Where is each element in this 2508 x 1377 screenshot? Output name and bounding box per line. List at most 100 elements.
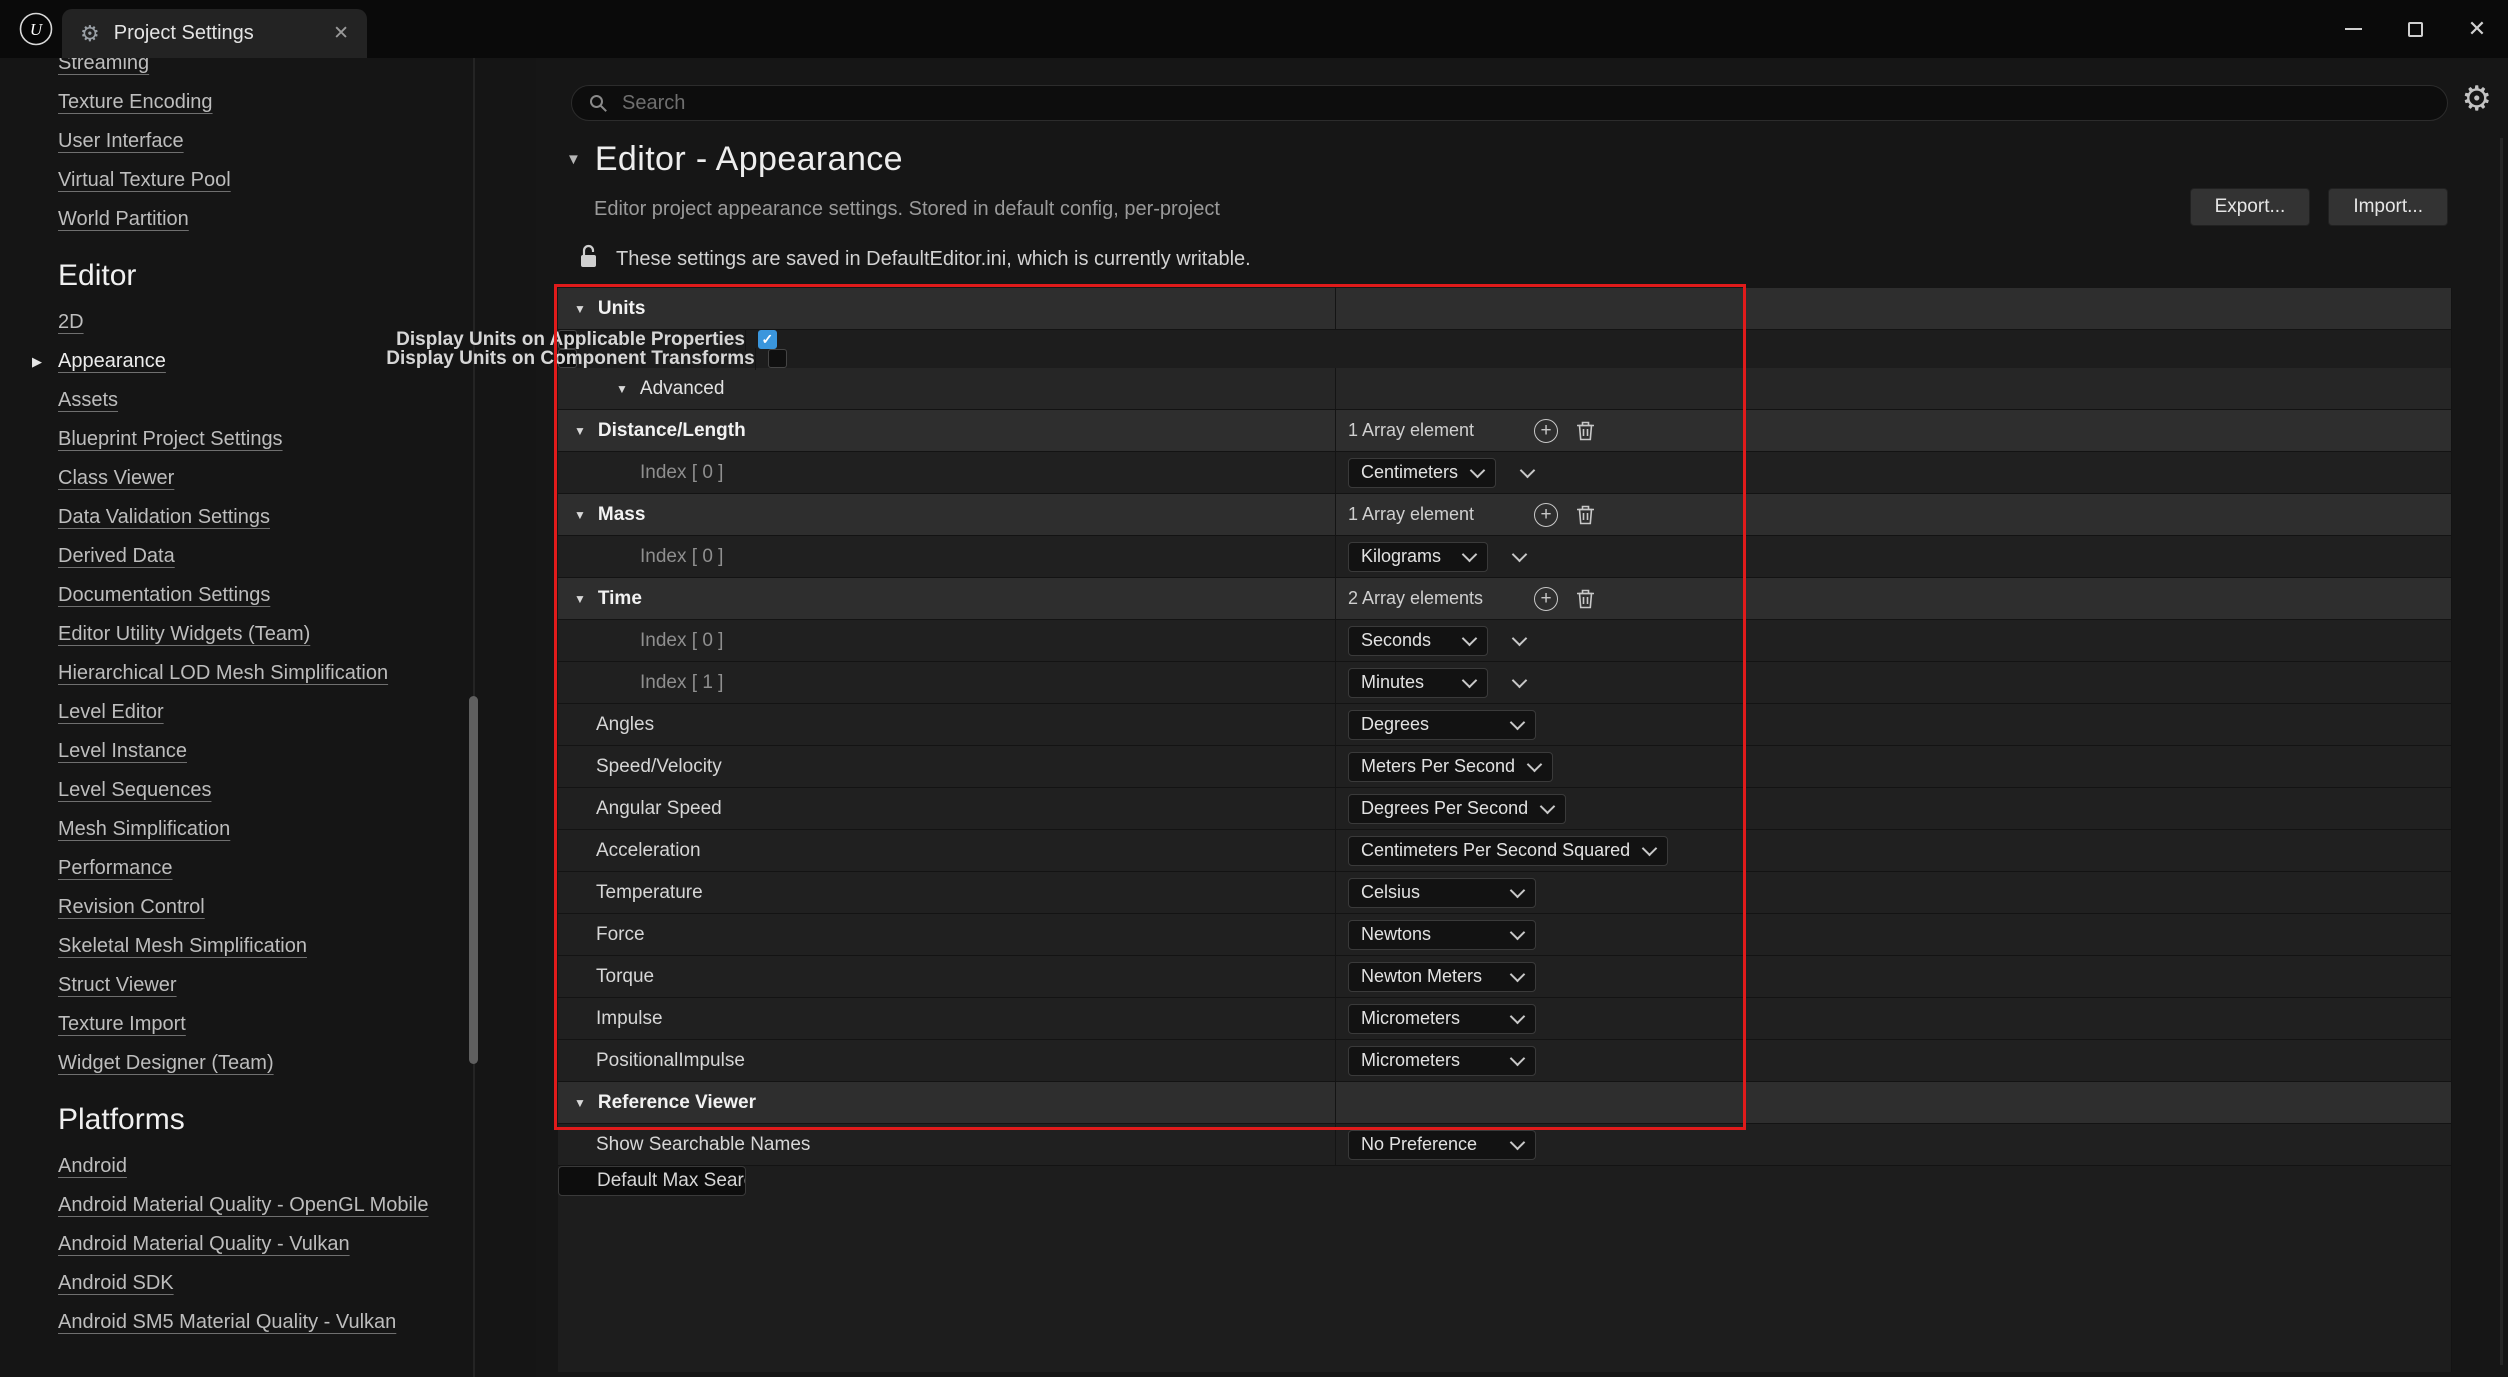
dropdown-value: Degrees <box>1361 714 1429 735</box>
sidebar-item-performance[interactable]: Performance <box>58 849 536 888</box>
tab-close-icon[interactable]: ✕ <box>333 22 349 45</box>
sidebar-item-android-material-quality-vulkan[interactable]: Android Material Quality - Vulkan <box>58 1225 536 1264</box>
sidebar-item-struct-viewer[interactable]: Struct Viewer <box>58 966 536 1005</box>
sidebar-item-android-sdk[interactable]: Android SDK <box>58 1264 536 1303</box>
checkbox-display-units-on-component-transforms[interactable] <box>768 349 787 368</box>
sidebar-scrollbar-thumb[interactable] <box>469 696 478 1064</box>
minimize-button[interactable] <box>2322 0 2384 58</box>
chevron-down-icon <box>1510 924 1526 940</box>
sidebar-item-android-material-quality-opengl-mobile[interactable]: Android Material Quality - OpenGL Mobile <box>58 1186 536 1225</box>
dropdown-centimeters-per-second-squared[interactable]: Centimeters Per Second Squared <box>1348 836 1668 866</box>
sidebar-item-texture-import[interactable]: Texture Import <box>58 1005 536 1044</box>
add-element-icon[interactable]: + <box>1534 587 1558 611</box>
dropdown-seconds[interactable]: Seconds <box>1348 626 1488 656</box>
array-count: 2 Array elements <box>1348 588 1534 609</box>
close-button[interactable]: ✕ <box>2446 0 2508 58</box>
add-element-icon[interactable]: + <box>1534 419 1558 443</box>
dropdown-degrees[interactable]: Degrees <box>1348 710 1536 740</box>
expanded-arrow-icon: ▶ <box>32 354 42 370</box>
sidebar-item-skeletal-mesh-simplification[interactable]: Skeletal Mesh Simplification <box>58 927 536 966</box>
collapse-triangle-icon[interactable]: ▼ <box>566 151 581 168</box>
dropdown-minutes[interactable]: Minutes <box>1348 668 1488 698</box>
checkbox-display-units-on-applicable-properties[interactable]: ✓ <box>758 330 777 349</box>
main-scrollbar[interactable] <box>2500 138 2503 1365</box>
dropdown-centimeters[interactable]: Centimeters <box>1348 458 1496 488</box>
sidebar-item-widget-designer-team[interactable]: Widget Designer (Team) <box>58 1044 536 1083</box>
row-distance-length[interactable]: ▼Distance/Length 1 Array element+ <box>558 410 2451 452</box>
dropdown-no-preference[interactable]: No Preference <box>1348 1130 1536 1160</box>
row-value-cell: Newtons <box>1336 914 2451 955</box>
chevron-down-icon[interactable] <box>1512 630 1528 646</box>
delete-elements-icon[interactable] <box>1576 504 1595 525</box>
sidebar-item-mesh-simplification[interactable]: Mesh Simplification <box>58 810 536 849</box>
triangle-down-icon: ▼ <box>616 382 628 396</box>
sidebar-item-assets[interactable]: Assets <box>58 381 536 420</box>
row-name-cell: ▼Mass <box>558 494 1336 535</box>
project-settings-tab[interactable]: ⚙ Project Settings ✕ <box>62 9 367 58</box>
sidebar-item-user-interface[interactable]: User Interface <box>58 122 536 161</box>
unreal-engine-logo-icon[interactable]: U <box>18 11 54 47</box>
row-value-cell <box>1336 368 2451 409</box>
sidebar-item-derived-data[interactable]: Derived Data <box>58 537 536 576</box>
row-value-cell: 2 Array elements+ <box>1336 578 2451 619</box>
chevron-down-icon <box>1510 1050 1526 1066</box>
import-button[interactable]: Import... <box>2328 188 2448 226</box>
row-units[interactable]: ▼Units <box>558 288 2451 330</box>
sidebar-item-class-viewer[interactable]: Class Viewer <box>58 459 536 498</box>
sidebar-item-android[interactable]: Android <box>58 1147 536 1186</box>
row-value-cell: Minutes <box>1336 662 2451 703</box>
sidebar-item-android-sm5-material-quality-vulkan[interactable]: Android SM5 Material Quality - Vulkan <box>58 1303 536 1342</box>
row-index-0: Index [ 0 ]Seconds <box>558 620 2451 662</box>
dropdown-newtons[interactable]: Newtons <box>1348 920 1536 950</box>
sidebar-item-level-instance[interactable]: Level Instance <box>58 732 536 771</box>
sidebar-item-revision-control[interactable]: Revision Control <box>58 888 536 927</box>
sidebar-item-texture-encoding[interactable]: Texture Encoding <box>58 83 536 122</box>
chevron-down-icon[interactable] <box>1512 672 1528 688</box>
property-label: Force <box>596 924 645 946</box>
maximize-button[interactable] <box>2384 0 2446 58</box>
search-input[interactable] <box>620 91 2431 116</box>
sidebar-item-blueprint-project-settings[interactable]: Blueprint Project Settings <box>58 420 536 459</box>
add-element-icon[interactable]: + <box>1534 503 1558 527</box>
sidebar-item-level-sequences[interactable]: Level Sequences <box>58 771 536 810</box>
row-positionalimpulse: PositionalImpulseMicrometers <box>558 1040 2451 1082</box>
row-torque: TorqueNewton Meters <box>558 956 2451 998</box>
row-advanced[interactable]: ▼Advanced <box>558 368 2451 410</box>
sidebar-item-data-validation-settings[interactable]: Data Validation Settings <box>58 498 536 537</box>
dropdown-value: Newtons <box>1361 924 1431 945</box>
row-reference-viewer[interactable]: ▼Reference Viewer <box>558 1082 2451 1124</box>
row-value-cell: ✓ <box>746 330 777 349</box>
sidebar-item-label: Android SM5 Material Quality - Vulkan <box>58 1311 396 1334</box>
dropdown-kilograms[interactable]: Kilograms <box>1348 542 1488 572</box>
row-mass[interactable]: ▼Mass1 Array element+ <box>558 494 2451 536</box>
dropdown-degrees-per-second[interactable]: Degrees Per Second <box>1348 794 1566 824</box>
export-button[interactable]: Export... <box>2190 188 2311 226</box>
sidebar-item-streaming[interactable]: Streaming <box>58 58 536 83</box>
array-count: 1 Array element <box>1348 420 1534 441</box>
row-time[interactable]: ▼Time2 Array elements+ <box>558 578 2451 620</box>
delete-elements-icon[interactable] <box>1576 588 1595 609</box>
row-name-cell: Temperature <box>558 872 1336 913</box>
row-acceleration: AccelerationCentimeters Per Second Squar… <box>558 830 2451 872</box>
sidebar-item-hierarchical-lod-mesh-simplification[interactable]: Hierarchical LOD Mesh Simplification <box>58 654 536 693</box>
dropdown-micrometers[interactable]: Micrometers <box>1348 1004 1536 1034</box>
row-name-cell: ▼Distance/Length <box>558 410 1336 451</box>
dropdown-meters-per-second[interactable]: Meters Per Second <box>1348 752 1553 782</box>
sidebar-item-editor-utility-widgets-team[interactable]: Editor Utility Widgets (Team) <box>58 615 536 654</box>
sidebar-item-level-editor[interactable]: Level Editor <box>58 693 536 732</box>
chevron-down-icon[interactable] <box>1512 546 1528 562</box>
row-value-cell: 1 Array element+ <box>1336 494 2451 535</box>
sidebar-item-virtual-texture-pool[interactable]: Virtual Texture Pool <box>58 161 536 200</box>
sidebar-item-documentation-settings[interactable]: Documentation Settings <box>58 576 536 615</box>
sidebar-item-label: Editor Utility Widgets (Team) <box>58 623 310 646</box>
settings-gear-icon[interactable]: ⚙ <box>2462 82 2492 116</box>
dropdown-value: No Preference <box>1361 1134 1477 1155</box>
dropdown-celsius[interactable]: Celsius <box>1348 878 1536 908</box>
chevron-down-icon[interactable] <box>1520 462 1536 478</box>
sidebar-item-world-partition[interactable]: World Partition <box>58 200 536 239</box>
dropdown-value: Celsius <box>1361 882 1420 903</box>
delete-elements-icon[interactable] <box>1576 420 1595 441</box>
dropdown-micrometers[interactable]: Micrometers <box>1348 1046 1536 1076</box>
dropdown-value: Degrees Per Second <box>1361 798 1528 819</box>
dropdown-newton-meters[interactable]: Newton Meters <box>1348 962 1536 992</box>
